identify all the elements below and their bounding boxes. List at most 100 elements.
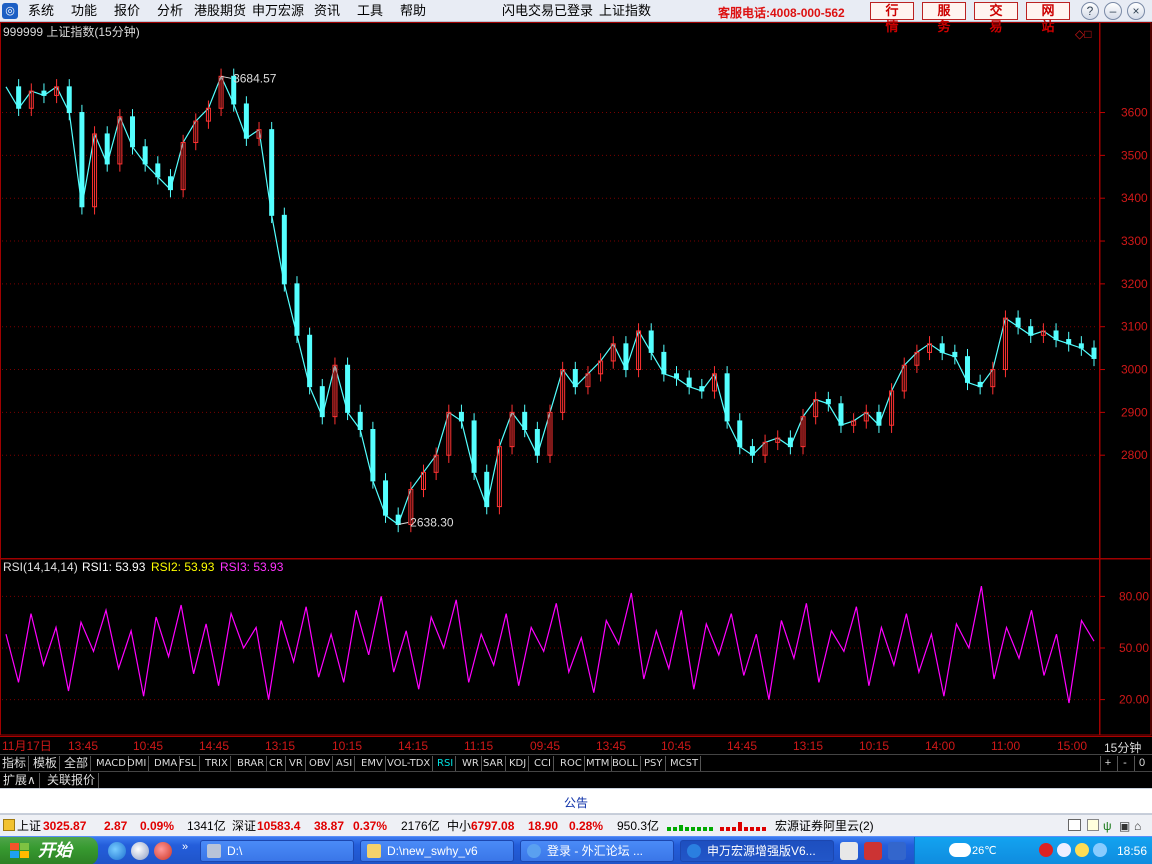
app-icon-1[interactable] [840, 842, 858, 860]
tab-related-quotes[interactable]: 关联报价 [44, 773, 100, 788]
price-candle-body[interactable] [130, 116, 136, 148]
tab-template[interactable]: 模板 [31, 756, 61, 771]
help-icon[interactable]: ? [1081, 2, 1099, 20]
price-candle-body[interactable] [1053, 330, 1059, 341]
price-candle-body[interactable] [66, 86, 72, 114]
taskbar-button-folder[interactable]: D:\new_swhy_v6 [360, 840, 514, 862]
tab-indicator[interactable]: 指标 [0, 756, 30, 771]
market-button[interactable]: 行情 [870, 2, 914, 34]
taskbar-button-trading-app[interactable]: 申万宏源增强版V6... [680, 840, 834, 862]
service-button[interactable]: 服务 [922, 2, 966, 34]
price-candle-body[interactable] [724, 373, 730, 422]
price-candle-body[interactable] [370, 429, 376, 482]
rsi3-line[interactable] [5, 585, 1095, 704]
chevron-right-icon[interactable]: » [182, 841, 188, 853]
trash-icon[interactable]: ⌂ [1134, 818, 1141, 834]
price-candle-body[interactable] [458, 411, 464, 422]
zoom-out-button[interactable]: - [1117, 756, 1132, 771]
tab-emv[interactable]: EMV [359, 756, 386, 771]
announcement-link[interactable]: 公告 [0, 794, 1152, 811]
app-icon-2[interactable] [864, 842, 882, 860]
price-candle-body[interactable] [1091, 347, 1097, 359]
tab-all[interactable]: 全部 [62, 756, 92, 771]
price-candle-body[interactable] [1028, 326, 1034, 336]
price-candle-body[interactable] [572, 369, 578, 388]
price-candle-body[interactable] [939, 343, 945, 353]
price-candle-body[interactable] [522, 411, 528, 431]
tab-macd[interactable]: MACD [94, 756, 129, 771]
menu-hk-futures[interactable]: 港股期货 [194, 3, 246, 19]
price-candle-body[interactable] [1066, 339, 1072, 345]
tab-psy[interactable]: PSY [642, 756, 666, 771]
weather-cloud-icon[interactable] [949, 843, 971, 857]
price-candle-body[interactable] [294, 283, 300, 336]
start-button[interactable]: 开始 [0, 837, 98, 864]
price-candle-body[interactable] [484, 471, 490, 508]
tab-mtm[interactable]: MTM [584, 756, 613, 771]
chart-area[interactable]: 2800 2900 3000 3100 3200 3300 3400 3500 3600 368… [0, 22, 1152, 736]
price-candle-body[interactable] [825, 399, 831, 405]
restore-icon[interactable]: ◇□ [1075, 27, 1091, 41]
ie-icon[interactable] [108, 842, 126, 860]
price-candle-body[interactable] [534, 429, 540, 456]
tab-vol-tdx[interactable]: VOL-TDX [385, 756, 434, 771]
menu-analysis[interactable]: 分析 [157, 3, 183, 19]
tab-dmi[interactable]: DMI [125, 756, 150, 771]
tab-wr[interactable]: WR [460, 756, 482, 771]
tab-dma[interactable]: DMA [152, 756, 181, 771]
minimize-icon[interactable]: – [1104, 2, 1122, 20]
tab-asi[interactable]: ASI [334, 756, 356, 771]
menu-shenwan[interactable]: 申万宏源 [252, 3, 304, 19]
price-candle-body[interactable] [307, 334, 313, 388]
price-candle-body[interactable] [623, 343, 629, 371]
price-candle-body[interactable] [155, 163, 161, 178]
signal-icon[interactable]: ψ [1103, 818, 1112, 834]
tab-sar[interactable]: SAR [481, 756, 507, 771]
taskbar-button-d-drive[interactable]: D:\ [200, 840, 354, 862]
zoom-in-button[interactable]: + [1100, 756, 1115, 771]
price-candle-body[interactable] [876, 411, 882, 426]
price-candle-body[interactable] [749, 446, 755, 456]
price-candle-body[interactable] [345, 364, 351, 413]
app-quicklaunch-icon[interactable] [154, 842, 172, 860]
kline-rsi-chart[interactable]: 2800 2900 3000 3100 3200 3300 3400 3500 3600 368… [0, 22, 1152, 736]
price-candle-body[interactable] [1015, 317, 1021, 328]
media-icon[interactable] [131, 842, 149, 860]
lock-status-icon[interactable]: ▣ [1119, 818, 1130, 834]
tab-cci[interactable]: CCI [532, 756, 554, 771]
network-icon[interactable] [1093, 843, 1107, 857]
tab-cr[interactable]: CR [267, 756, 286, 771]
price-candle-body[interactable] [281, 214, 287, 285]
tab-brar[interactable]: BRAR [235, 756, 268, 771]
price-candle-body[interactable] [142, 146, 148, 165]
price-candle-body[interactable] [952, 351, 958, 358]
tab-fsl[interactable]: FSL [177, 756, 200, 771]
tab-kdj[interactable]: KDJ [507, 756, 530, 771]
app-icon-3[interactable] [888, 842, 906, 860]
price-candle-body[interactable] [648, 330, 654, 353]
tab-boll[interactable]: BOLL [610, 756, 641, 771]
window-icon[interactable] [1068, 819, 1081, 831]
tab-roc[interactable]: ROC [558, 756, 585, 771]
website-button[interactable]: 网站 [1026, 2, 1070, 34]
price-candle-body[interactable] [269, 129, 275, 216]
trade-button[interactable]: 交易 [974, 2, 1018, 34]
lock-icon[interactable] [3, 819, 15, 831]
price-candle-body[interactable] [737, 420, 743, 448]
menu-function[interactable]: 功能 [71, 3, 97, 19]
price-candle-body[interactable] [1078, 343, 1084, 349]
price-candle-body[interactable] [395, 514, 401, 525]
menu-news[interactable]: 资讯 [314, 3, 340, 19]
reset-button[interactable]: 0 [1134, 756, 1149, 771]
server-name[interactable]: 宏源证券阿里云(2) [775, 818, 874, 834]
price-candle-body[interactable] [787, 437, 793, 448]
price-candle-body[interactable] [471, 420, 477, 473]
price-candle-body[interactable] [686, 377, 692, 388]
price-candle-body[interactable] [243, 103, 249, 139]
menu-tools[interactable]: 工具 [357, 3, 383, 19]
menu-help[interactable]: 帮助 [400, 3, 426, 19]
price-candle-body[interactable] [964, 356, 970, 383]
price-candle-body[interactable] [661, 351, 667, 375]
note-icon[interactable] [1087, 819, 1099, 831]
price-candle-body[interactable] [838, 403, 844, 426]
